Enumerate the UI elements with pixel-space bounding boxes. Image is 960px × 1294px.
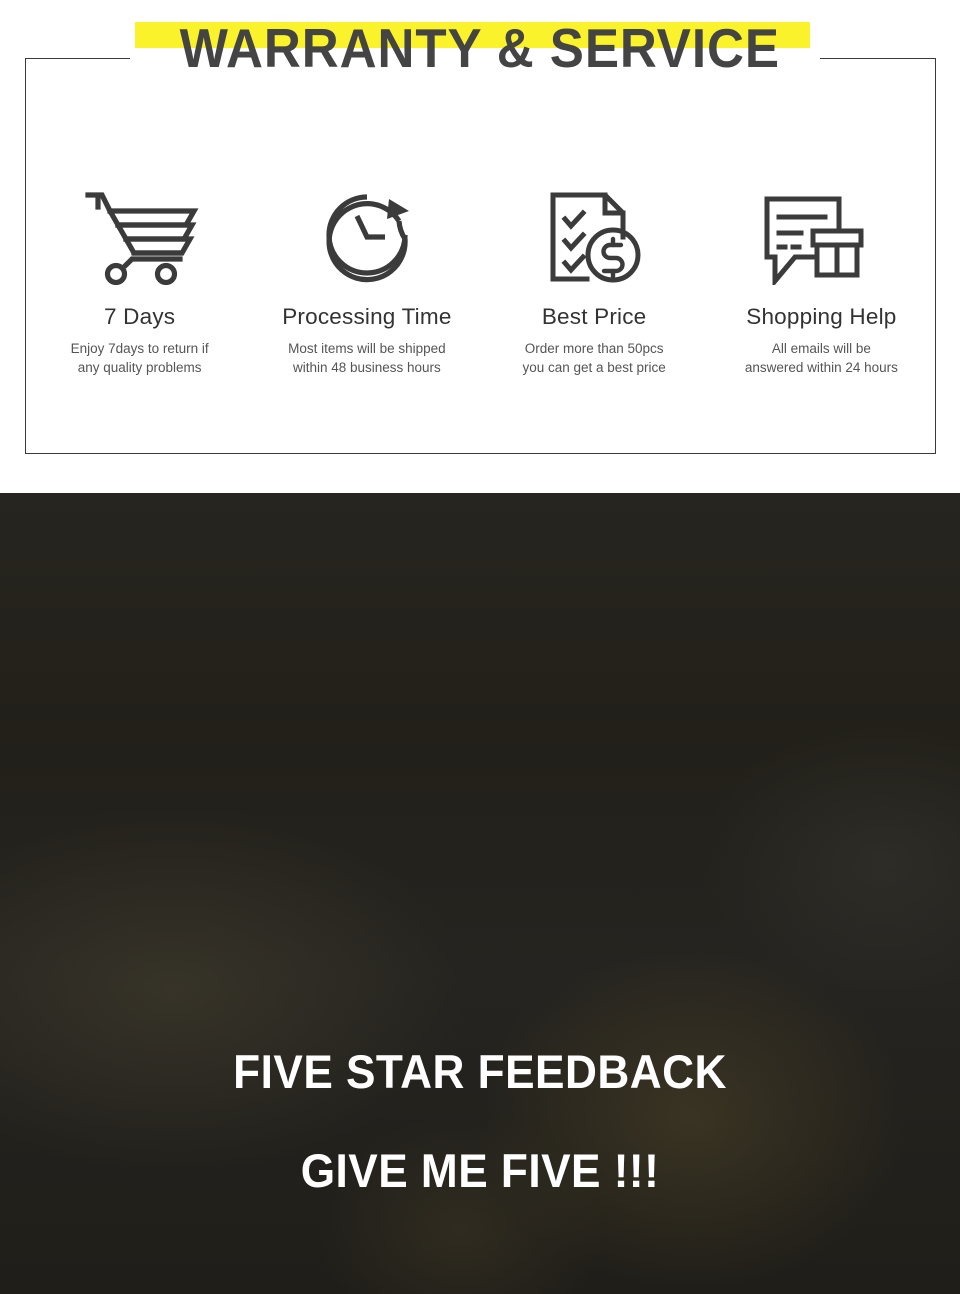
- rating-list: Item as described: 5 STAR Communication:: [0, 1286, 960, 1294]
- rating-row-item-as-described: Item as described: 5 STAR: [0, 1286, 960, 1294]
- feature-description: Most items will be shipped within 48 bus…: [257, 339, 476, 377]
- feature-item-shopping-help: Shopping Help All emails will be answere…: [708, 180, 935, 377]
- feature-desc-line: answered within 24 hours: [744, 360, 898, 375]
- feature-list: 7 Days Enjoy 7days to return if any qual…: [26, 180, 935, 377]
- feature-desc-line: All emails will be: [771, 341, 871, 356]
- promo-page: WARRANTY & SERVICE 7 Days Enjoy 7days to…: [0, 0, 960, 1294]
- feature-description: Enjoy 7days to return if any quality pro…: [30, 339, 249, 377]
- five-star-feedback-section: FIVE STAR FEEDBACK GIVE ME FIVE !!! Item…: [0, 493, 960, 1294]
- feature-desc-line: Most items will be shipped: [288, 341, 446, 356]
- clock-arrow-icon: [257, 180, 476, 290]
- feature-title: Best Price: [541, 304, 647, 329]
- chat-store-icon: [712, 180, 931, 290]
- feature-desc-line: any quality problems: [77, 360, 202, 375]
- feature-item-processing-time: Processing Time Most items will be shipp…: [253, 180, 480, 377]
- warranty-service-section: WARRANTY & SERVICE 7 Days Enjoy 7days to…: [0, 0, 960, 493]
- feature-description: All emails will be answered within 24 ho…: [712, 339, 931, 377]
- feature-title: 7 Days: [104, 304, 176, 329]
- feature-description: Order more than 50pcs you can get a best…: [485, 339, 704, 377]
- page-title: WARRANTY & SERVICE: [179, 17, 781, 79]
- checklist-dollar-icon: [485, 180, 704, 290]
- feature-desc-line: you can get a best price: [522, 360, 666, 375]
- warranty-title-block: WARRANTY & SERVICE: [0, 18, 960, 78]
- feature-desc-line: within 48 business hours: [292, 360, 441, 375]
- shopping-cart-icon: [30, 180, 249, 290]
- feature-item-best-price: Best Price Order more than 50pcs you can…: [481, 180, 708, 377]
- feedback-heading-primary: FIVE STAR FEEDBACK: [233, 1045, 727, 1098]
- feature-desc-line: Order more than 50pcs: [524, 341, 664, 356]
- feature-desc-line: Enjoy 7days to return if: [70, 341, 209, 356]
- feedback-heading-secondary: GIVE ME FIVE !!!: [300, 1144, 660, 1197]
- feature-item-7-days: 7 Days Enjoy 7days to return if any qual…: [26, 180, 253, 377]
- feature-title: Shopping Help: [746, 304, 897, 329]
- feature-title: Processing Time: [282, 304, 452, 329]
